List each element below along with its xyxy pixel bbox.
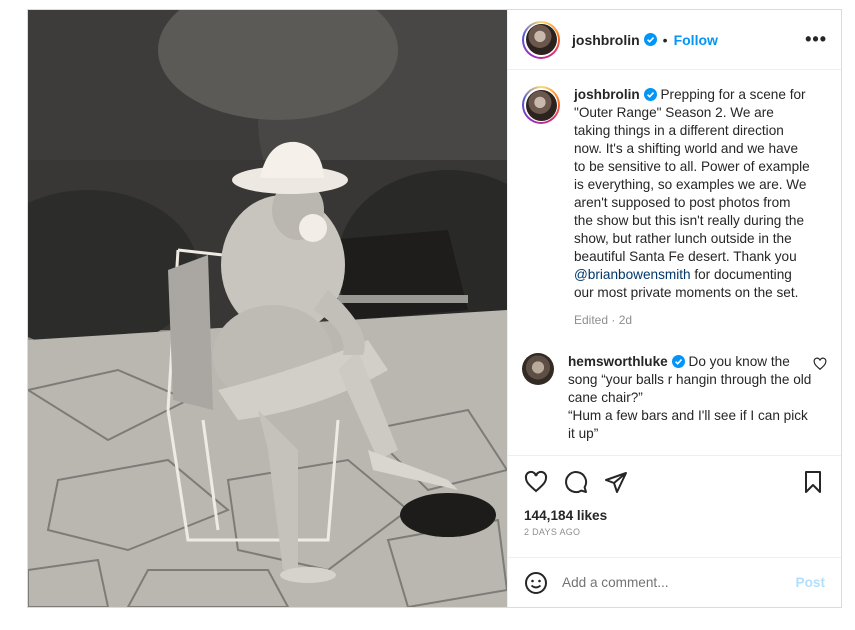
caption-text: Prepping for a scene for "Outer Range" S… (574, 87, 810, 264)
post-header: joshbrolin • Follow ••• (508, 10, 841, 70)
post-sidebar: joshbrolin • Follow ••• joshbrolin Prepp… (507, 10, 841, 607)
caption-row: joshbrolin Prepping for a scene for "Out… (522, 86, 827, 329)
post-date: 2 DAYS AGO (524, 527, 581, 537)
more-options-icon[interactable]: ••• (805, 29, 827, 50)
verified-badge-icon (643, 33, 657, 46)
emoji-icon[interactable] (524, 571, 548, 595)
comments-section[interactable]: joshbrolin Prepping for a scene for "Out… (508, 70, 841, 456)
comment-input[interactable] (562, 575, 796, 590)
caption-body: joshbrolin Prepping for a scene for "Out… (574, 86, 812, 329)
profile-avatar[interactable] (522, 20, 560, 59)
separator-dot: • (662, 31, 668, 48)
comment-body: hemsworthluke Do you know the song “your… (568, 353, 813, 443)
caption-avatar[interactable] (522, 86, 560, 124)
bookmark-icon[interactable] (801, 470, 825, 494)
action-bar (508, 456, 841, 508)
heart-icon[interactable] (524, 470, 548, 494)
comment-icon[interactable] (564, 470, 588, 494)
caption-meta: Edited · 2d (574, 313, 633, 327)
caption-username[interactable]: joshbrolin (574, 87, 640, 102)
post-photo[interactable] (28, 10, 507, 607)
commenter-avatar[interactable] (522, 353, 554, 385)
verified-badge-icon (643, 88, 657, 101)
post-comment-button[interactable]: Post (796, 575, 825, 590)
likes-count[interactable]: 144,184 likes (508, 508, 841, 523)
commenter-username[interactable]: hemsworthluke (568, 354, 668, 369)
add-comment-bar: Post (508, 557, 841, 607)
follow-button[interactable]: Follow (674, 32, 718, 48)
comment-row: hemsworthluke Do you know the song “your… (522, 353, 827, 443)
share-icon[interactable] (604, 470, 628, 494)
username[interactable]: joshbrolin (572, 32, 640, 48)
comment-like-icon[interactable] (813, 357, 827, 371)
mention-link[interactable]: @brianbowensmith (574, 267, 691, 282)
comment-text-2: “Hum a few bars and I'll see if I can pi… (568, 408, 808, 441)
instagram-post: joshbrolin • Follow ••• joshbrolin Prepp… (27, 9, 842, 608)
verified-badge-icon (671, 355, 685, 368)
photo-scene (28, 10, 507, 607)
